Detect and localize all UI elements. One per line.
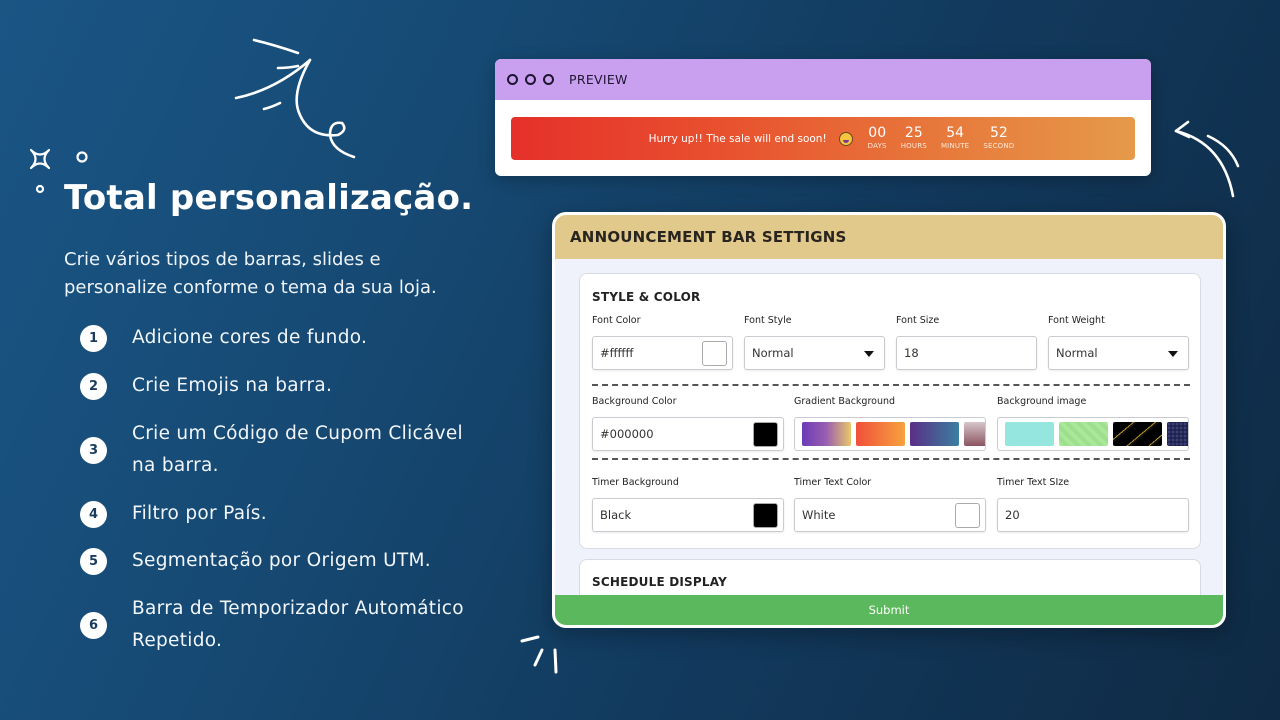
font-color-label: Font Color: [592, 315, 641, 326]
timer-value: 52: [989, 125, 1008, 141]
settings-panel: ANNOUNCEMENT BAR SETTIGNS STYLE & COLOR …: [552, 212, 1226, 628]
background-image-label: Background image: [997, 396, 1087, 407]
style-color-section: STYLE & COLOR Font Color Font Style Font…: [579, 273, 1201, 549]
feature-item: 4 Filtro por País.: [80, 498, 482, 530]
timer-minutes: 54 MINUTE: [941, 126, 969, 151]
chevron-down-icon: [864, 351, 874, 357]
timer-value: 00: [868, 125, 887, 141]
feature-item: 5 Segmentação por Origem UTM.: [80, 545, 482, 577]
font-color-swatch[interactable]: [702, 341, 727, 366]
background-color-value: #000000: [600, 427, 654, 441]
window-dot-icon[interactable]: [543, 74, 554, 85]
feature-text: Crie um Código de Cupom Clicável na barr…: [132, 423, 464, 476]
chevron-down-icon: [1168, 351, 1178, 357]
submit-button[interactable]: Submit: [555, 595, 1223, 625]
timer-label: SECOND: [983, 142, 1015, 150]
background-image-option[interactable]: [1167, 422, 1188, 446]
timer-value: 54: [946, 125, 965, 141]
swoosh-doodle-icon: [234, 38, 356, 159]
timer-background-swatch[interactable]: [753, 503, 778, 528]
announcement-message: Hurry up!! The sale will end soon!: [648, 132, 827, 145]
announcement-bar-preview: Hurry up!! The sale will end soon! 00 DA…: [511, 117, 1135, 160]
spark-lines-icon: [520, 635, 558, 674]
window-dot-icon[interactable]: [507, 74, 518, 85]
gradient-option[interactable]: [964, 422, 985, 446]
gradient-option[interactable]: [856, 422, 905, 446]
font-style-value: Normal: [752, 346, 794, 360]
feature-text: Filtro por País.: [132, 503, 267, 524]
font-weight-value: Normal: [1056, 346, 1098, 360]
section-title: STYLE & COLOR: [592, 290, 701, 304]
gradient-background-label: Gradient Background: [794, 396, 896, 407]
timer-text-color-value: White: [802, 508, 836, 522]
preview-title: PREVIEW: [569, 72, 628, 87]
dashed-divider: [592, 384, 1190, 386]
font-style-select[interactable]: Normal: [744, 336, 885, 370]
feature-number: 4: [80, 500, 107, 528]
font-weight-label: Font Weight: [1048, 315, 1105, 326]
background-color-swatch[interactable]: [753, 422, 778, 447]
background-image-option[interactable]: [1059, 422, 1108, 446]
font-color-value: #ffffff: [600, 346, 634, 360]
gradient-background-picker: [794, 417, 986, 451]
timer-text-size-value: 20: [1005, 508, 1020, 522]
feature-number: 3: [80, 436, 107, 464]
feature-text: Crie Emojis na barra.: [132, 375, 333, 396]
timer-days: 00 DAYS: [868, 126, 887, 151]
background-image-option[interactable]: [1113, 422, 1162, 446]
feature-number: 2: [80, 372, 107, 400]
timer-background-label: Timer Background: [592, 477, 679, 488]
font-size-value: 18: [904, 346, 919, 360]
feature-number: 5: [80, 547, 107, 575]
feature-text: Barra de Temporizador Automático Repetid…: [132, 598, 464, 651]
feature-item: 3 Crie um Código de Cupom Clicável na ba…: [80, 418, 482, 482]
font-size-label: Font Size: [896, 315, 940, 326]
timer-text-color-label: Timer Text Color: [794, 477, 872, 488]
gradient-option[interactable]: [910, 422, 959, 446]
background-color-label: Background Color: [592, 396, 677, 407]
section-title: SCHEDULE DISPLAY: [592, 575, 727, 589]
laughing-emoji-icon: [838, 131, 853, 146]
feature-number: 6: [80, 611, 107, 639]
timer-label: DAYS: [867, 142, 887, 150]
settings-title: ANNOUNCEMENT BAR SETTIGNS: [555, 215, 1223, 259]
timer-background-input[interactable]: Black: [592, 498, 784, 532]
background-image-picker: [997, 417, 1189, 451]
feature-number: 1: [80, 324, 107, 352]
timer-seconds: 52 SECOND: [983, 126, 1014, 151]
background-color-input[interactable]: #000000: [592, 417, 784, 451]
headline: Total personalização.: [64, 178, 474, 218]
timer-label: MINUTE: [940, 142, 970, 150]
timer-hours: 25 HOURS: [901, 126, 927, 151]
timer-label: HOURS: [900, 142, 927, 150]
gradient-option[interactable]: [802, 422, 851, 446]
font-weight-select[interactable]: Normal: [1048, 336, 1189, 370]
timer-text-size-label: Timer Text SIze: [997, 477, 1070, 488]
timer-text-size-input[interactable]: 20: [997, 498, 1189, 532]
subtext: Crie vários tipos de barras, slides e pe…: [64, 249, 437, 298]
feature-text: Segmentação por Origem UTM.: [132, 550, 431, 571]
feature-item: 2 Crie Emojis na barra.: [80, 370, 482, 402]
feature-text: Adicione cores de fundo.: [132, 327, 368, 348]
font-color-input[interactable]: #ffffff: [592, 336, 733, 370]
curved-arrow-icon: [1174, 120, 1240, 198]
background-image-option[interactable]: [1005, 422, 1054, 446]
dashed-divider: [592, 458, 1190, 460]
feature-item: 6 Barra de Temporizador Automático Repet…: [80, 593, 482, 657]
font-style-label: Font Style: [744, 315, 792, 326]
preview-window: PREVIEW Hurry up!! The sale will end soo…: [495, 59, 1151, 176]
timer-value: 25: [904, 125, 923, 141]
font-size-input[interactable]: 18: [896, 336, 1037, 370]
window-dot-icon[interactable]: [525, 74, 536, 85]
preview-titlebar: PREVIEW: [495, 59, 1151, 100]
timer-text-color-input[interactable]: White: [794, 498, 986, 532]
feature-item: 1 Adicione cores de fundo.: [80, 322, 482, 354]
timer-text-color-swatch[interactable]: [955, 503, 980, 528]
timer-background-value: Black: [600, 508, 632, 522]
